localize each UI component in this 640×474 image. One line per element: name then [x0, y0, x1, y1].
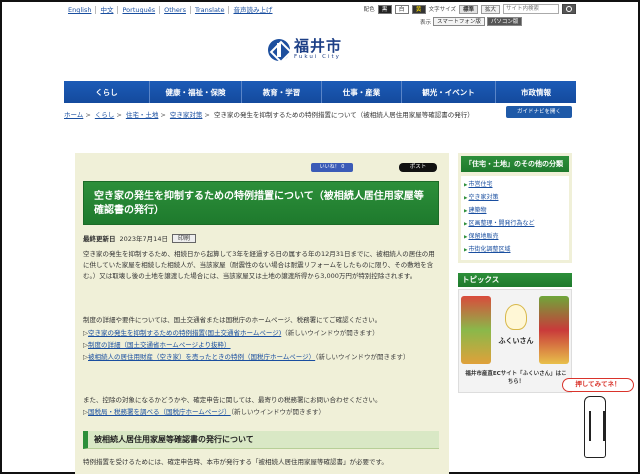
nav-health-welfare[interactable]: 健康・福祉・保険 [150, 81, 242, 103]
color-white-button[interactable]: 白 [394, 4, 409, 14]
sidebar-item-urbanization-control[interactable]: 市街化調整区域 [464, 244, 566, 257]
view-label: 表示 [420, 19, 432, 26]
social-buttons: いいね！ 0 ポスト [311, 163, 437, 172]
vegetables-image [461, 296, 491, 364]
site-search-input[interactable] [503, 4, 559, 14]
contact-paragraph: また、控除の対象になるかどうかや、確定申告に関しては、最寄りの税務署にお問い合わ… [83, 396, 382, 404]
guide-navi-button[interactable]: ガイドナビを開く [506, 106, 572, 118]
tax-office-link-row: ▷国税局・税務署を調べる（国税庁ホームページ）（新しいウインドウが開きます） [83, 408, 325, 416]
nav-city-info[interactable]: 市政情報 [496, 81, 576, 103]
sidebar: 「住宅・土地」のその他の分類 市営住宅 空き家対策 建築物 区画整理・開発行為な… [458, 153, 572, 393]
breadcrumb-separator-icon: > [160, 111, 166, 119]
tax-office-search-link[interactable]: 国税局・税務署を調べる（国税庁ホームページ） [88, 408, 231, 416]
list-item: ▷空き家の発生を抑制するための特例措置(国土交通省ホームページ)（新しいウインド… [83, 329, 379, 337]
breadcrumb-home[interactable]: ホーム [64, 111, 83, 119]
lang-others-link[interactable]: Others [160, 6, 191, 14]
banner-title: ふくいさん [498, 337, 534, 345]
nav-living[interactable]: くらし [64, 81, 150, 103]
text-size-standard-button[interactable]: 標準 [458, 4, 478, 14]
site-logo[interactable]: 福井市 Fukui City [268, 38, 342, 61]
x-post-button[interactable]: ポスト [399, 163, 437, 172]
nav-education[interactable]: 教育・学習 [242, 81, 322, 103]
breadcrumb-separator-icon: > [204, 111, 210, 119]
sidebar-item-vacant-house[interactable]: 空き家対策 [464, 192, 566, 205]
accessibility-tools: 配色 黒 白 黄 文字サイズ 標準 拡大 [364, 4, 576, 14]
city-crest-icon [268, 38, 290, 61]
details-paragraph: 制度の詳細や要件については、国土交通省または国税庁のホームページ、税務署にてご確… [83, 316, 382, 324]
pc-view-button[interactable]: パソコン版 [486, 17, 523, 26]
utility-bar: English 中文 Português Others Translate 音声… [64, 4, 576, 16]
facebook-like-button[interactable]: いいね！ 0 [311, 163, 353, 172]
list-item: ▷被相続人の居住用財産（空き家）を売ったときの特例（国税庁ホームページ）（新しい… [83, 353, 410, 361]
breadcrumb-separator-icon: > [116, 111, 122, 119]
reference-links: ▷空き家の発生を抑制するための特例措置(国土交通省ホームページ)（新しいウインド… [83, 327, 443, 363]
translate-link[interactable]: Translate [191, 6, 230, 14]
main-content: いいね！ 0 ポスト 空き家の発生を抑制するための特例措置について（被相続人居住… [75, 153, 449, 474]
color-scheme-label: 配色 [363, 7, 375, 13]
search-icon[interactable] [562, 4, 576, 14]
lang-chinese-link[interactable]: 中文 [96, 6, 119, 14]
view-switch: 表示 スマートフォン版 パソコン版 [420, 17, 523, 26]
certificate-paragraph: 特例措置を受けるためには、確定申告時、本市が発行する「被相続人居住用家屋等確認書… [83, 458, 388, 466]
sidebar-item-reserved-land[interactable]: 保留地販売 [464, 231, 566, 244]
updated-date: 2023年7月14日 [119, 235, 168, 243]
mascot-icon [505, 304, 527, 330]
global-nav: くらし 健康・福祉・保険 教育・学習 仕事・産業 観光・イベント 市政情報 [64, 81, 576, 103]
nta-special-measure-link[interactable]: 被相続人の居住用財産（空き家）を売ったときの特例（国税庁ホームページ） [88, 353, 315, 361]
site-header: 福井市 Fukui City [64, 30, 576, 80]
system-details-link[interactable]: 制度の詳細（国土交通省ホームページより抜粋） [88, 341, 231, 349]
breadcrumb-housing[interactable]: 住宅・土地 [126, 111, 159, 119]
sidebar-item-land-readjustment[interactable]: 区画整理・開発行為など [464, 218, 566, 231]
fukuisan-banner[interactable]: ふくいさん 福井市産直ECサイト「ふくいさん」はこちら！ [458, 289, 572, 393]
updated-label: 最終更新日 [83, 235, 116, 243]
smartphone-view-button[interactable]: スマートフォン版 [433, 17, 485, 26]
new-window-note: （新しいウインドウが開きます） [281, 329, 379, 337]
read-aloud-link[interactable]: 音声読み上げ [229, 6, 276, 14]
new-window-note: （新しいウインドウが開きます） [230, 408, 325, 416]
banner-caption: 福井市産直ECサイト「ふくいさん」はこちら！ [465, 371, 567, 385]
list-item: ▷制度の詳細（国土交通省ホームページより抜粋） [83, 341, 231, 349]
breadcrumb-separator-icon: > [85, 111, 91, 119]
breadcrumb-current: 空き家の発生を抑制するための特例措置について（被相続人居住用家屋等確認書の発行） [213, 111, 474, 119]
breadcrumb-living[interactable]: くらし [95, 111, 115, 119]
print-button[interactable]: 印刷 [171, 233, 196, 243]
new-window-note: （新しいウインドウが開きます） [315, 353, 410, 361]
color-yellow-button[interactable]: 黄 [411, 4, 426, 14]
text-size-large-button[interactable]: 拡大 [480, 4, 500, 14]
push-me-badge[interactable]: 押してみてネ！ [562, 378, 634, 392]
pointing-hand-icon[interactable] [584, 396, 606, 458]
language-links: English 中文 Português Others Translate 音声… [64, 6, 276, 14]
sidebar-item-buildings[interactable]: 建築物 [464, 205, 566, 218]
lang-english-link[interactable]: English [64, 6, 97, 14]
nav-business[interactable]: 仕事・産業 [322, 81, 402, 103]
color-black-button[interactable]: 黒 [377, 4, 392, 14]
category-list: 市営住宅 空き家対策 建築物 区画整理・開発行為など 保留地販売 市街化調整区域 [461, 176, 569, 260]
nav-tourism[interactable]: 観光・イベント [402, 81, 496, 103]
logo-jp: 福井市 [294, 37, 343, 55]
category-box: 「住宅・土地」のその他の分類 市営住宅 空き家対策 建築物 区画整理・開発行為な… [458, 153, 572, 263]
mlit-special-measure-link[interactable]: 空き家の発生を抑制するための特例措置(国土交通省ホームページ) [88, 329, 281, 337]
section-heading: 被相続人居住用家屋等確認書の発行について [83, 431, 439, 449]
text-size-label: 文字サイズ [428, 7, 456, 13]
topics-heading: トピックス [458, 273, 572, 287]
category-title: 「住宅・土地」のその他の分類 [461, 156, 569, 172]
breadcrumb-vacant-house[interactable]: 空き家対策 [170, 111, 203, 119]
sidebar-item-municipal-housing[interactable]: 市営住宅 [464, 179, 566, 192]
vegetables-image [539, 296, 569, 364]
intro-paragraph: 空き家の発生を抑制するため、相続日から起算して3年を経過する日の属する年の12月… [83, 250, 435, 280]
logo-en: Fukui City [294, 54, 341, 60]
lang-portuguese-link[interactable]: Português [118, 6, 161, 14]
last-updated: 最終更新日 2023年7月14日 印刷 [83, 233, 196, 243]
breadcrumb: ホーム > くらし > 住宅・土地 > 空き家対策 > 空き家の発生を抑制するための特例… [64, 110, 492, 120]
page-title: 空き家の発生を抑制するための特例措置について（被相続人居住用家屋等確認書の発行） [83, 181, 439, 225]
